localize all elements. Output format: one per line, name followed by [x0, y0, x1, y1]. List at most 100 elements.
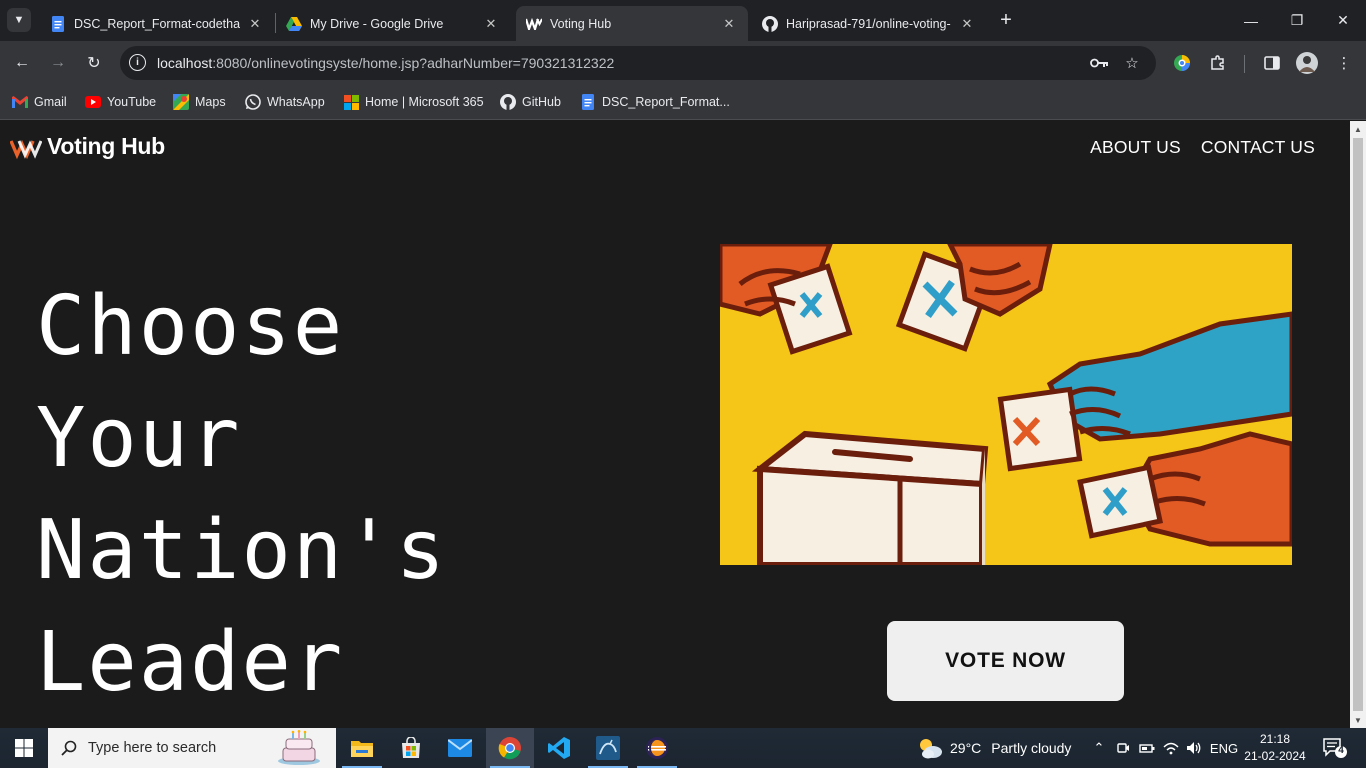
tab-title: My Drive - Google Drive [310, 16, 444, 31]
taskbar-mail[interactable] [436, 728, 484, 768]
profile-avatar[interactable] [1296, 52, 1318, 74]
microsoft-icon [343, 94, 359, 110]
reload-icon: ↻ [87, 55, 101, 72]
voting-hub-icon [526, 16, 542, 32]
scrollbar-thumb[interactable] [1353, 138, 1363, 711]
google-drive-icon [286, 16, 302, 32]
voting-hub-page: Voting Hub ABOUT US CONTACT US Choose Yo… [0, 121, 1350, 728]
search-icon [60, 739, 78, 757]
forward-button[interactable]: → [46, 51, 70, 75]
bookmark-label: WhatsApp [267, 95, 325, 109]
address-bar[interactable]: i localhost:8080/onlinevotingsyste/home.… [120, 46, 1156, 80]
taskbar-chrome[interactable] [486, 728, 534, 768]
close-icon[interactable]: ✕ [246, 15, 264, 33]
arrow-right-icon: → [50, 54, 66, 71]
nav-contact-us[interactable]: CONTACT US [1201, 137, 1315, 158]
bookmark-github[interactable]: GitHub [500, 93, 561, 111]
tab-dsc-report[interactable]: DSC_Report_Format-codethan- ✕ [40, 6, 274, 41]
extensions-puzzle-icon[interactable] [1207, 52, 1229, 74]
wifi-icon[interactable] [1161, 728, 1181, 768]
bookmark-whatsapp[interactable]: WhatsApp [245, 93, 325, 111]
taskbar-file-explorer[interactable] [338, 728, 386, 768]
taskbar-microsoft-store[interactable] [387, 728, 435, 768]
gmail-icon [12, 94, 28, 110]
side-panel-icon[interactable] [1261, 52, 1283, 74]
language-indicator[interactable]: ENG [1208, 728, 1240, 768]
github-icon [762, 15, 778, 32]
ballot-box [751, 430, 989, 565]
extension-colorful-icon[interactable] [1171, 52, 1193, 74]
clock-date: 21-02-2024 [1244, 749, 1306, 763]
reload-button[interactable]: ↻ [82, 51, 106, 75]
vote-now-button[interactable]: VOTE NOW [887, 621, 1124, 701]
browser-tabstrip: ▼ DSC_Report_Format-codethan- ✕ My Drive… [0, 0, 1366, 41]
bookmark-maps[interactable]: Maps [173, 93, 226, 111]
scroll-up-arrow-icon[interactable]: ▲ [1350, 121, 1366, 137]
vscode-icon [548, 737, 570, 759]
site-info-icon[interactable]: i [129, 54, 146, 71]
windows-logo-icon [15, 739, 33, 757]
tab-voting-hub[interactable]: Voting Hub ✕ [516, 6, 748, 41]
tab-title: DSC_Report_Format-codethan- [74, 16, 240, 31]
notification-center-button[interactable]: 4 [1322, 736, 1348, 760]
show-hidden-icons-button[interactable]: ⌃ [1089, 728, 1109, 768]
system-clock[interactable]: 21:18 21-02-2024 [1240, 731, 1310, 765]
chevron-down-icon: ▼ [13, 14, 25, 26]
bookmark-star-icon[interactable]: ☆ [1122, 53, 1142, 73]
tab-search-button[interactable]: ▼ [7, 8, 31, 32]
close-icon[interactable]: ✕ [958, 15, 976, 33]
youtube-icon [85, 94, 101, 110]
volume-icon[interactable] [1184, 728, 1204, 768]
weather-temperature: 29°C [950, 740, 982, 756]
plus-icon: + [1000, 8, 1012, 31]
battery-icon[interactable] [1137, 728, 1157, 768]
taskbar-eclipse[interactable] [633, 728, 681, 768]
taskbar-vscode[interactable] [535, 728, 583, 768]
birthday-cake-icon [278, 730, 320, 765]
start-button[interactable] [0, 728, 48, 768]
bookmark-youtube[interactable]: YouTube [85, 93, 156, 111]
minimize-icon: — [1244, 12, 1258, 29]
bookmark-label: DSC_Report_Format... [602, 95, 730, 109]
headline-line: Leader [36, 615, 345, 710]
tab-github-repo[interactable]: Hariprasad-791/online-voting- ✕ [752, 6, 986, 41]
browser-toolbar: ← → ↻ i localhost:8080/onlinevotingsyste… [0, 41, 1366, 85]
minimize-button[interactable]: — [1228, 0, 1274, 41]
windows-taskbar: 29°C Partly cloudy ⌃ ENG 21:18 21-02-202… [0, 728, 1366, 768]
bookmark-microsoft-365[interactable]: Home | Microsoft 365 [343, 93, 484, 111]
new-tab-button[interactable]: + [995, 9, 1017, 31]
bookmark-label: Gmail [34, 95, 67, 109]
password-key-icon[interactable] [1089, 53, 1109, 73]
back-button[interactable]: ← [10, 51, 34, 75]
page-scrollbar[interactable]: ▲ ▼ [1350, 121, 1366, 728]
close-window-button[interactable]: ✕ [1320, 0, 1366, 41]
top-nav: ABOUT US CONTACT US [1090, 137, 1315, 158]
scroll-down-arrow-icon[interactable]: ▼ [1350, 712, 1366, 728]
headline-line: Nation's [36, 503, 447, 598]
meet-now-icon[interactable] [1113, 728, 1133, 768]
headline-line: Choose [36, 279, 345, 374]
url-text[interactable]: localhost:8080/onlinevotingsyste/home.js… [157, 55, 614, 71]
taskbar-search-input[interactable] [88, 740, 258, 756]
bookmark-gmail[interactable]: Gmail [12, 93, 67, 111]
nav-about-us[interactable]: ABOUT US [1090, 137, 1181, 158]
mail-icon [448, 739, 472, 757]
taskbar-mysql-workbench[interactable] [584, 728, 632, 768]
site-logo[interactable]: Voting Hub [10, 133, 165, 160]
bookmark-dsc-report[interactable]: DSC_Report_Format... [580, 93, 730, 111]
bookmark-label: YouTube [107, 95, 157, 109]
tab-google-drive[interactable]: My Drive - Google Drive ✕ [276, 6, 510, 41]
url-host: localhost [157, 55, 213, 71]
notification-count-badge: 4 [1338, 745, 1344, 756]
taskbar-search[interactable] [48, 728, 336, 768]
restore-button[interactable]: ❐ [1274, 0, 1320, 41]
whatsapp-icon [245, 94, 261, 110]
weather-condition: Partly cloudy [991, 740, 1072, 756]
close-icon[interactable]: ✕ [720, 15, 738, 33]
file-explorer-icon [351, 741, 373, 757]
close-icon[interactable]: ✕ [482, 15, 500, 33]
weather-widget[interactable]: 29°C Partly cloudy [916, 728, 1071, 768]
google-docs-icon [580, 94, 596, 110]
menu-kebab-icon[interactable]: ⋮ [1333, 52, 1355, 74]
bookmark-label: Home | Microsoft 365 [365, 95, 484, 109]
